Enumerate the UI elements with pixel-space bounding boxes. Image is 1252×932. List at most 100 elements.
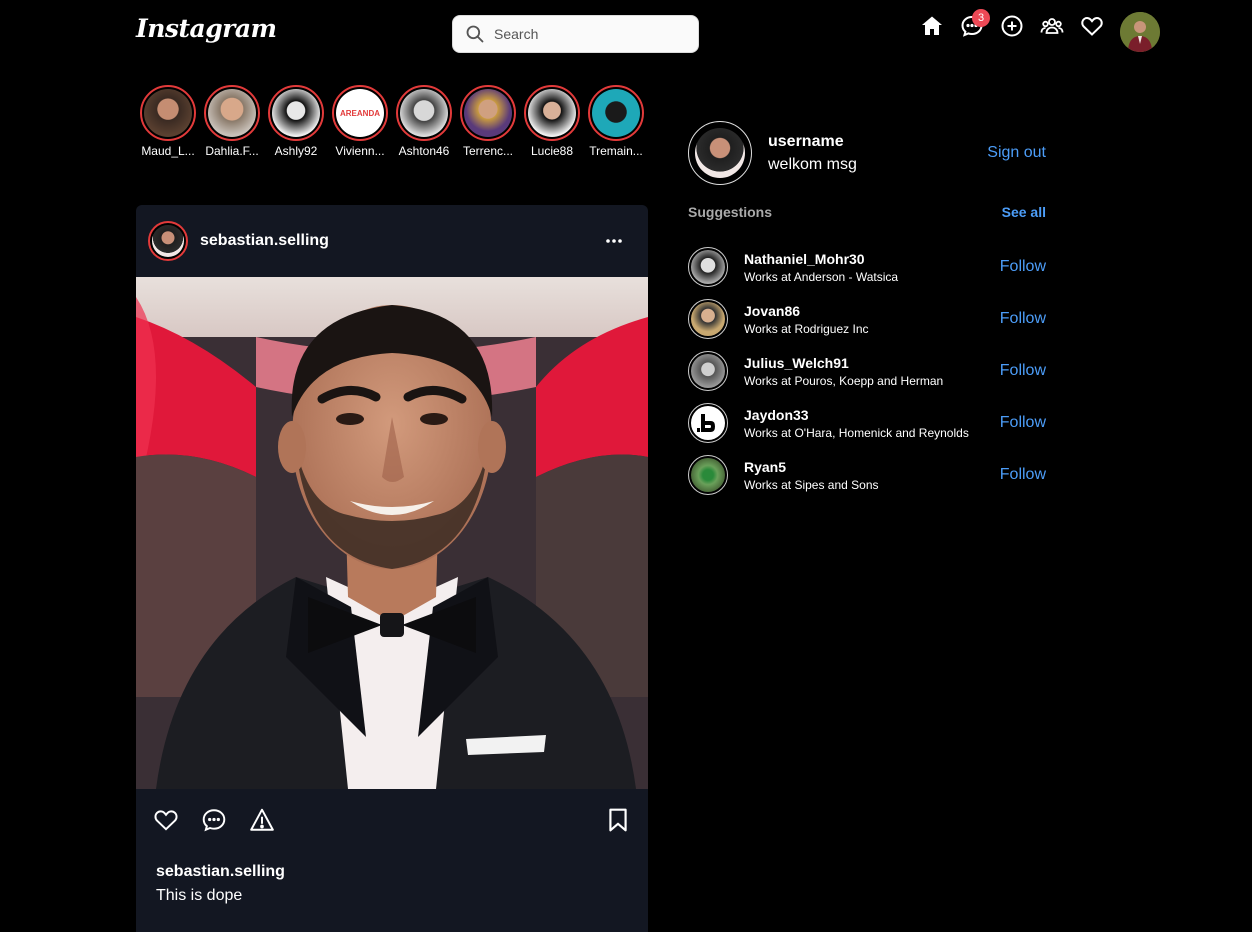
suggestion-item: Julius_Welch91 Works at Pouros, Koepp an…: [688, 345, 1046, 397]
avatar: [691, 354, 725, 388]
current-username[interactable]: username: [768, 133, 857, 151]
suggestion-item: Nathaniel_Mohr30 Works at Anderson - Wat…: [688, 241, 1046, 293]
welcome-message: welkom msg: [768, 155, 857, 173]
suggestion-item: Jovan86 Works at Rodriguez Inc Follow: [688, 293, 1046, 345]
story-username: Dahlia.F...: [205, 144, 259, 158]
story-ring: [140, 85, 196, 141]
caption-text: This is dope: [156, 887, 243, 904]
suggestion-avatar[interactable]: [688, 247, 728, 287]
avatar: [152, 225, 184, 257]
suggestion-item: Jaydon33 Works at O'Hara, Homenick and R…: [688, 397, 1046, 449]
top-nav: 3: [918, 9, 1118, 40]
suggestion-text: Julius_Welch91 Works at Pouros, Koepp an…: [744, 355, 943, 388]
search-input[interactable]: [494, 26, 684, 42]
suggestion-avatar[interactable]: [688, 403, 728, 443]
post-header: sebastian.selling: [136, 205, 648, 277]
notification-badge: 3: [972, 9, 990, 27]
avatar: AREANDA: [336, 89, 384, 137]
warning-icon: [250, 808, 274, 831]
people-icon: [1040, 18, 1064, 34]
story-item[interactable]: Ashly92: [264, 85, 328, 158]
story-ring: [460, 85, 516, 141]
comment-icon: [202, 809, 226, 832]
suggestion-username[interactable]: Ryan5: [744, 459, 879, 475]
suggestion-text: Nathaniel_Mohr30 Works at Anderson - Wat…: [744, 251, 898, 284]
story-ring: [268, 85, 324, 141]
suggestion-company: Works at O'Hara, Homenick and Reynolds: [744, 425, 969, 440]
search-bar[interactable]: [452, 15, 699, 53]
post-username[interactable]: sebastian.selling: [200, 232, 329, 250]
story-item[interactable]: Maud_L...: [136, 85, 200, 158]
suggestions-title: Suggestions: [688, 204, 773, 220]
suggestion-avatar[interactable]: [688, 299, 728, 339]
story-item[interactable]: Ashton46: [392, 85, 456, 158]
home-icon: [922, 16, 942, 35]
profile-avatar-button[interactable]: [1120, 12, 1160, 52]
follow-button[interactable]: Follow: [1000, 414, 1046, 432]
story-ring: AREANDA: [332, 85, 388, 141]
suggestion-item: Ryan5 Works at Sipes and Sons Follow: [688, 449, 1046, 501]
search-icon: [466, 25, 484, 43]
avatar: [691, 458, 725, 492]
avatar: [208, 89, 256, 137]
post-image[interactable]: [136, 277, 648, 789]
like-button[interactable]: [152, 806, 180, 834]
story-ring: [204, 85, 260, 141]
story-username: Ashton46: [398, 144, 450, 158]
story-item[interactable]: Lucie88: [520, 85, 584, 158]
avatar: [528, 89, 576, 137]
suggestion-username[interactable]: Nathaniel_Mohr30: [744, 251, 898, 267]
follow-button[interactable]: Follow: [1000, 310, 1046, 328]
follow-button[interactable]: Follow: [1000, 258, 1046, 276]
more-horizontal-icon: [606, 239, 622, 243]
post-author-avatar[interactable]: [148, 221, 188, 261]
stories-bar: Maud_L... Dahlia.F... Ashly92 AREANDA Vi…: [136, 85, 648, 158]
story-item[interactable]: Dahlia.F...: [200, 85, 264, 158]
suggestion-avatar[interactable]: [688, 455, 728, 495]
suggestion-username[interactable]: Jaydon33: [744, 407, 969, 423]
avatar: [695, 128, 745, 178]
suggestion-company: Works at Anderson - Watsica: [744, 269, 899, 284]
story-item[interactable]: Tremain...: [584, 85, 648, 158]
suggestion-username[interactable]: Julius_Welch91: [744, 355, 943, 371]
activity-button[interactable]: [1078, 12, 1106, 40]
suggestion-username[interactable]: Jovan86: [744, 303, 869, 319]
story-username: Maud_L...: [141, 144, 195, 158]
suggestion-text: Jaydon33 Works at O'Hara, Homenick and R…: [744, 407, 969, 440]
messages-button[interactable]: 3: [958, 9, 990, 40]
see-all-button[interactable]: See all: [1002, 204, 1046, 220]
avatar: [691, 406, 725, 440]
suggestion-text: Ryan5 Works at Sipes and Sons: [744, 459, 879, 492]
post-more-button[interactable]: [602, 229, 626, 253]
story-username: Ashly92: [274, 144, 318, 158]
instagram-logo[interactable]: Instagram: [136, 14, 277, 43]
report-button[interactable]: [248, 806, 276, 834]
story-ring: [396, 85, 452, 141]
current-user-avatar[interactable]: [688, 121, 752, 185]
avatar: [691, 250, 725, 284]
add-post-icon: [1001, 15, 1023, 37]
suggestion-company: Works at Sipes and Sons: [744, 477, 879, 492]
avatar: [691, 302, 725, 336]
suggestion-avatar[interactable]: [688, 351, 728, 391]
story-item[interactable]: AREANDA Vivienn...: [328, 85, 392, 158]
story-item[interactable]: Terrenc...: [456, 85, 520, 158]
follow-button[interactable]: Follow: [1000, 466, 1046, 484]
add-post-button[interactable]: [998, 12, 1026, 40]
people-button[interactable]: [1038, 12, 1066, 40]
bookmark-icon: [609, 808, 627, 832]
caption-username[interactable]: sebastian.selling: [156, 863, 628, 881]
home-button[interactable]: [918, 12, 946, 40]
sign-out-button[interactable]: Sign out: [987, 144, 1046, 162]
suggestion-text: Jovan86 Works at Rodriguez Inc: [744, 303, 869, 336]
story-ring: [588, 85, 644, 141]
story-username: Vivienn...: [335, 144, 385, 158]
follow-button[interactable]: Follow: [1000, 362, 1046, 380]
heart-icon: [154, 810, 178, 831]
save-button[interactable]: [604, 806, 632, 834]
story-username: Lucie88: [530, 144, 574, 158]
profile-text: username welkom msg: [768, 133, 857, 174]
suggestion-company: Works at Rodriguez Inc: [744, 321, 869, 336]
b-logo-icon: [697, 414, 715, 432]
comment-button[interactable]: [200, 806, 228, 834]
